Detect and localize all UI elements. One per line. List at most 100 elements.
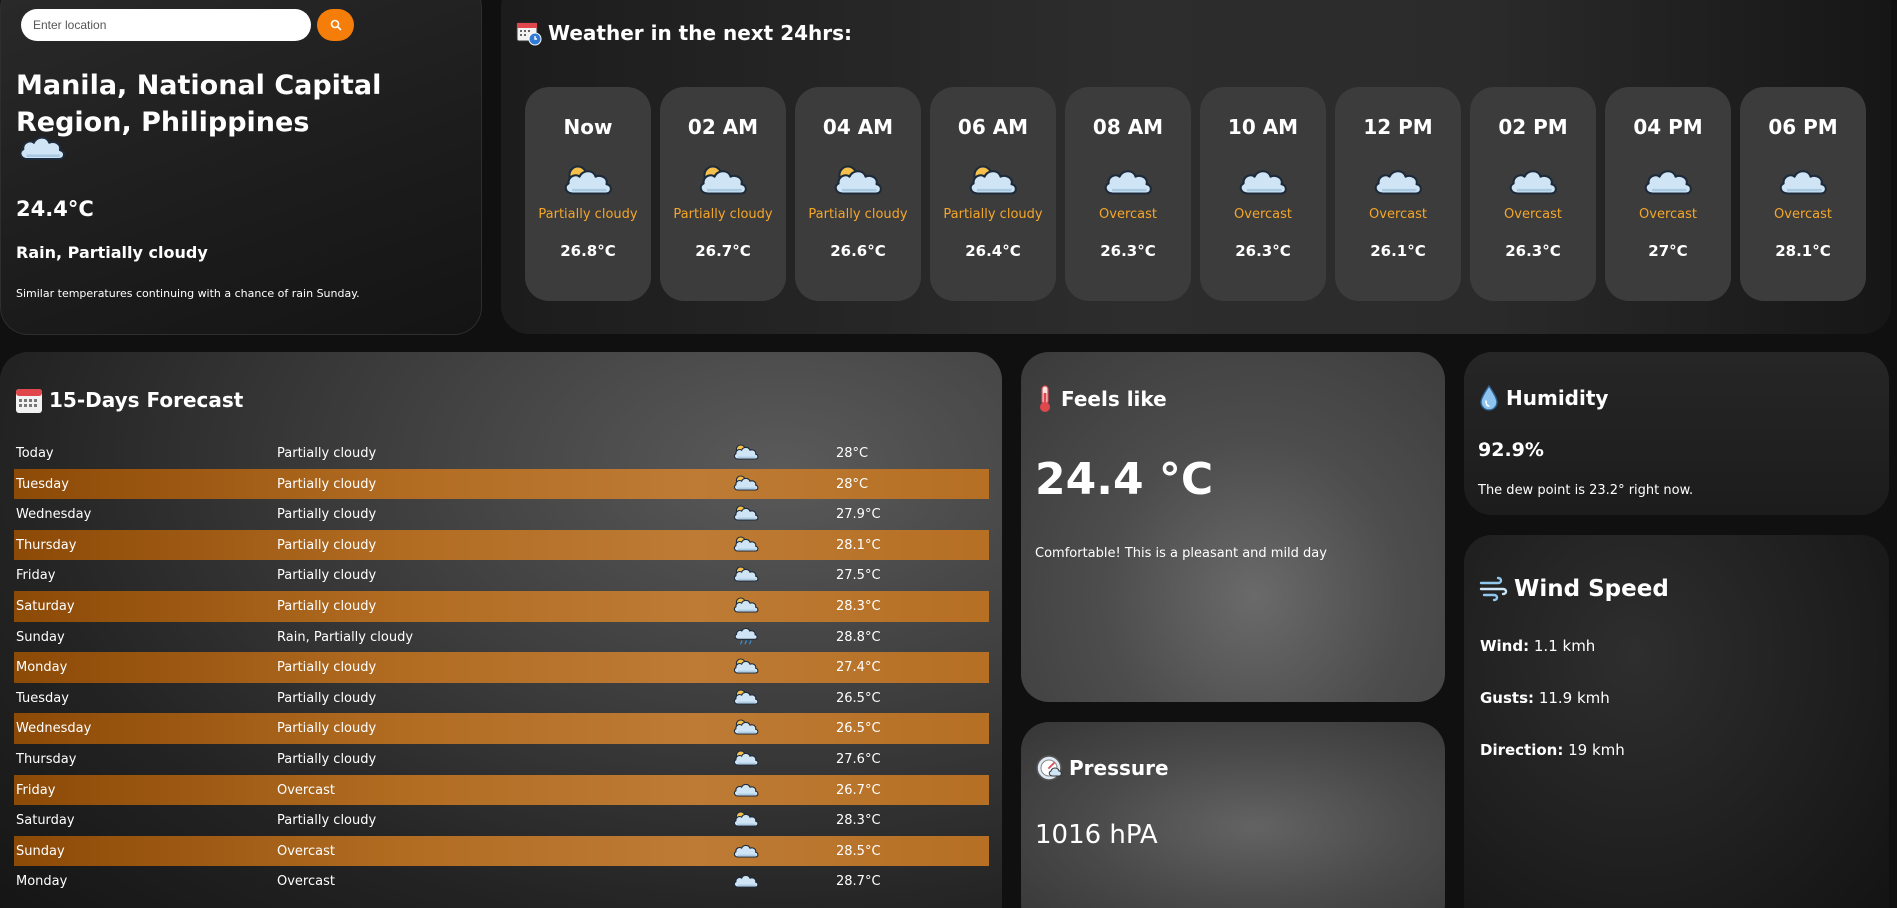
- forecast-row: Friday Partially cloudy 27.5°C: [14, 560, 989, 591]
- forecast-day: Friday: [16, 782, 56, 798]
- hourly-card: 06 AM Partially cloudy 26.4°C: [930, 87, 1056, 301]
- forecast-table: Today Partially cloudy 28°C Tuesday Partiall…: [14, 438, 989, 897]
- partly-cloudy-day-icon: [732, 718, 760, 740]
- hourly-condition: Overcast: [1774, 207, 1832, 222]
- hourly-time: 10 AM: [1227, 115, 1299, 139]
- forecast-day: Thursday: [16, 751, 77, 767]
- forecast-row: Sunday Overcast 28.5°C: [14, 835, 989, 867]
- cloud-icon: [1236, 163, 1290, 201]
- forecast-day: Monday: [16, 874, 68, 890]
- forecast-temperature: 28°C: [836, 446, 869, 461]
- wind-panel: Wind Speed Wind: 1.1 kmh Gusts: 11.9 kmh…: [1464, 535, 1889, 908]
- forecast-title-text: 15-Days Forecast: [49, 388, 244, 412]
- hourly-temperature: 26.4°C: [965, 242, 1021, 260]
- forecast-day: Wednesday: [16, 507, 92, 523]
- hourly-time: 04 AM: [822, 115, 894, 139]
- cloud-icon: [16, 129, 68, 167]
- forecast-condition: Partially cloudy: [277, 690, 377, 706]
- humidity-description: The dew point is 23.2° right now.: [1478, 483, 1694, 498]
- pressure-value: 1016 hPA: [1035, 820, 1158, 850]
- hourly-card: 06 PM Overcast 28.1°C: [1740, 87, 1866, 301]
- hourly-condition: Partially cloudy: [943, 207, 1043, 222]
- hourly-temperature: 27°C: [1648, 242, 1688, 260]
- hourly-temperature: 26.8°C: [560, 242, 616, 260]
- hourly-card: Now Partially cloudy 26.8°C: [525, 87, 651, 301]
- partly-cloudy-day-icon: [732, 504, 760, 526]
- forecast-condition: Partially cloudy: [277, 568, 377, 584]
- hourly-title: Weather in the next 24hrs:: [516, 20, 852, 46]
- wind-label: Wind:: [1480, 637, 1530, 655]
- forecast-temperature: 28.7°C: [836, 874, 881, 890]
- hourly-time: 06 PM: [1768, 115, 1838, 139]
- feels-like-panel: Feels like 24.4 °C Comfortable! This is …: [1021, 352, 1445, 702]
- partly-cloudy-night-icon: [696, 163, 750, 201]
- forecast-row: Sunday Rain, Partially cloudy 28.8°C: [14, 622, 989, 653]
- partly-cloudy-day-icon: [732, 810, 760, 832]
- hourly-temperature: 28.1°C: [1775, 242, 1831, 260]
- forecast-condition: Partially cloudy: [277, 813, 377, 829]
- hourly-condition: Overcast: [1369, 207, 1427, 222]
- forecast-day: Saturday: [16, 598, 75, 614]
- wind-direction-line: Direction: 19 kmh: [1480, 741, 1625, 759]
- forecast-day: Thursday: [16, 537, 77, 553]
- forecast-condition: Partially cloudy: [277, 507, 377, 523]
- partly-cloudy-day-icon: [732, 688, 760, 710]
- hourly-condition: Partially cloudy: [538, 207, 638, 222]
- hourly-condition: Overcast: [1099, 207, 1157, 222]
- cloud-icon: [1101, 163, 1155, 201]
- wind-icon: [1479, 576, 1508, 602]
- forecast-day: Sunday: [16, 629, 65, 645]
- hourly-temperature: 26.3°C: [1235, 242, 1291, 260]
- calendar-icon: [16, 389, 42, 413]
- feels-like-value: 24.4 °C: [1035, 454, 1214, 505]
- forecast-condition: Partially cloudy: [277, 598, 377, 614]
- hourly-temperature: 26.3°C: [1100, 242, 1156, 260]
- hourly-time: 04 PM: [1633, 115, 1703, 139]
- partly-cloudy-night-icon: [831, 163, 885, 201]
- forecast-temperature: 28.5°C: [836, 843, 881, 859]
- forecast-row: Monday Partially cloudy 27.4°C: [14, 652, 989, 683]
- current-weather-panel: Manila, National Capital Region, Philipp…: [0, 0, 482, 335]
- cloud-icon: [732, 780, 760, 802]
- humidity-title-text: Humidity: [1506, 386, 1609, 410]
- current-description: Similar temperatures continuing with a c…: [16, 287, 360, 300]
- forecast-row: Tuesday Partially cloudy 28°C: [14, 468, 989, 500]
- forecast-temperature: 27.5°C: [836, 568, 881, 584]
- forecast-day: Saturday: [16, 813, 75, 829]
- humidity-value: 92.9%: [1478, 439, 1544, 461]
- forecast-condition: Overcast: [277, 782, 335, 798]
- search-input[interactable]: [21, 9, 311, 41]
- hourly-condition: Partially cloudy: [808, 207, 908, 222]
- cloud-icon: [1776, 163, 1830, 201]
- partly-cloudy-day-icon: [732, 474, 760, 496]
- hourly-condition: Overcast: [1234, 207, 1292, 222]
- humidity-title: Humidity: [1478, 384, 1608, 412]
- partly-cloudy-day-icon: [732, 657, 760, 679]
- thermometer-icon: [1040, 385, 1050, 412]
- forecast-condition: Overcast: [277, 843, 335, 859]
- hourly-time: 06 AM: [957, 115, 1029, 139]
- city-name: Manila, National Capital Region, Philipp…: [16, 70, 382, 138]
- forecast-day: Today: [16, 446, 54, 461]
- wind-value: 1.1 kmh: [1533, 637, 1596, 655]
- hourly-card: 02 AM Partially cloudy 26.7°C: [660, 87, 786, 301]
- hourly-card: 04 AM Partially cloudy 26.6°C: [795, 87, 921, 301]
- search-button[interactable]: [317, 9, 354, 41]
- forecast-day: Tuesday: [16, 690, 69, 706]
- cloud-icon: [1506, 163, 1560, 201]
- partly-cloudy-day-icon: [732, 749, 760, 771]
- forecast-day: Sunday: [16, 843, 65, 859]
- cloud-icon: [732, 871, 760, 893]
- forecast-row: Saturday Partially cloudy 28.3°C: [14, 805, 989, 836]
- forecast-condition: Overcast: [277, 874, 335, 890]
- forecast-day: Monday: [16, 660, 68, 676]
- cloud-icon: [1371, 163, 1425, 201]
- forecast-row: Friday Overcast 26.7°C: [14, 774, 989, 806]
- partly-cloudy-day-icon: [732, 443, 760, 465]
- forecast-temperature: 26.5°C: [836, 721, 881, 737]
- forecast-row: Saturday Partially cloudy 28.3°C: [14, 590, 989, 622]
- hourly-condition: Partially cloudy: [673, 207, 773, 222]
- gusts-value: 11.9 kmh: [1538, 689, 1610, 707]
- feels-like-description: Comfortable! This is a pleasant and mild…: [1035, 546, 1327, 561]
- cloud-icon: [732, 841, 760, 863]
